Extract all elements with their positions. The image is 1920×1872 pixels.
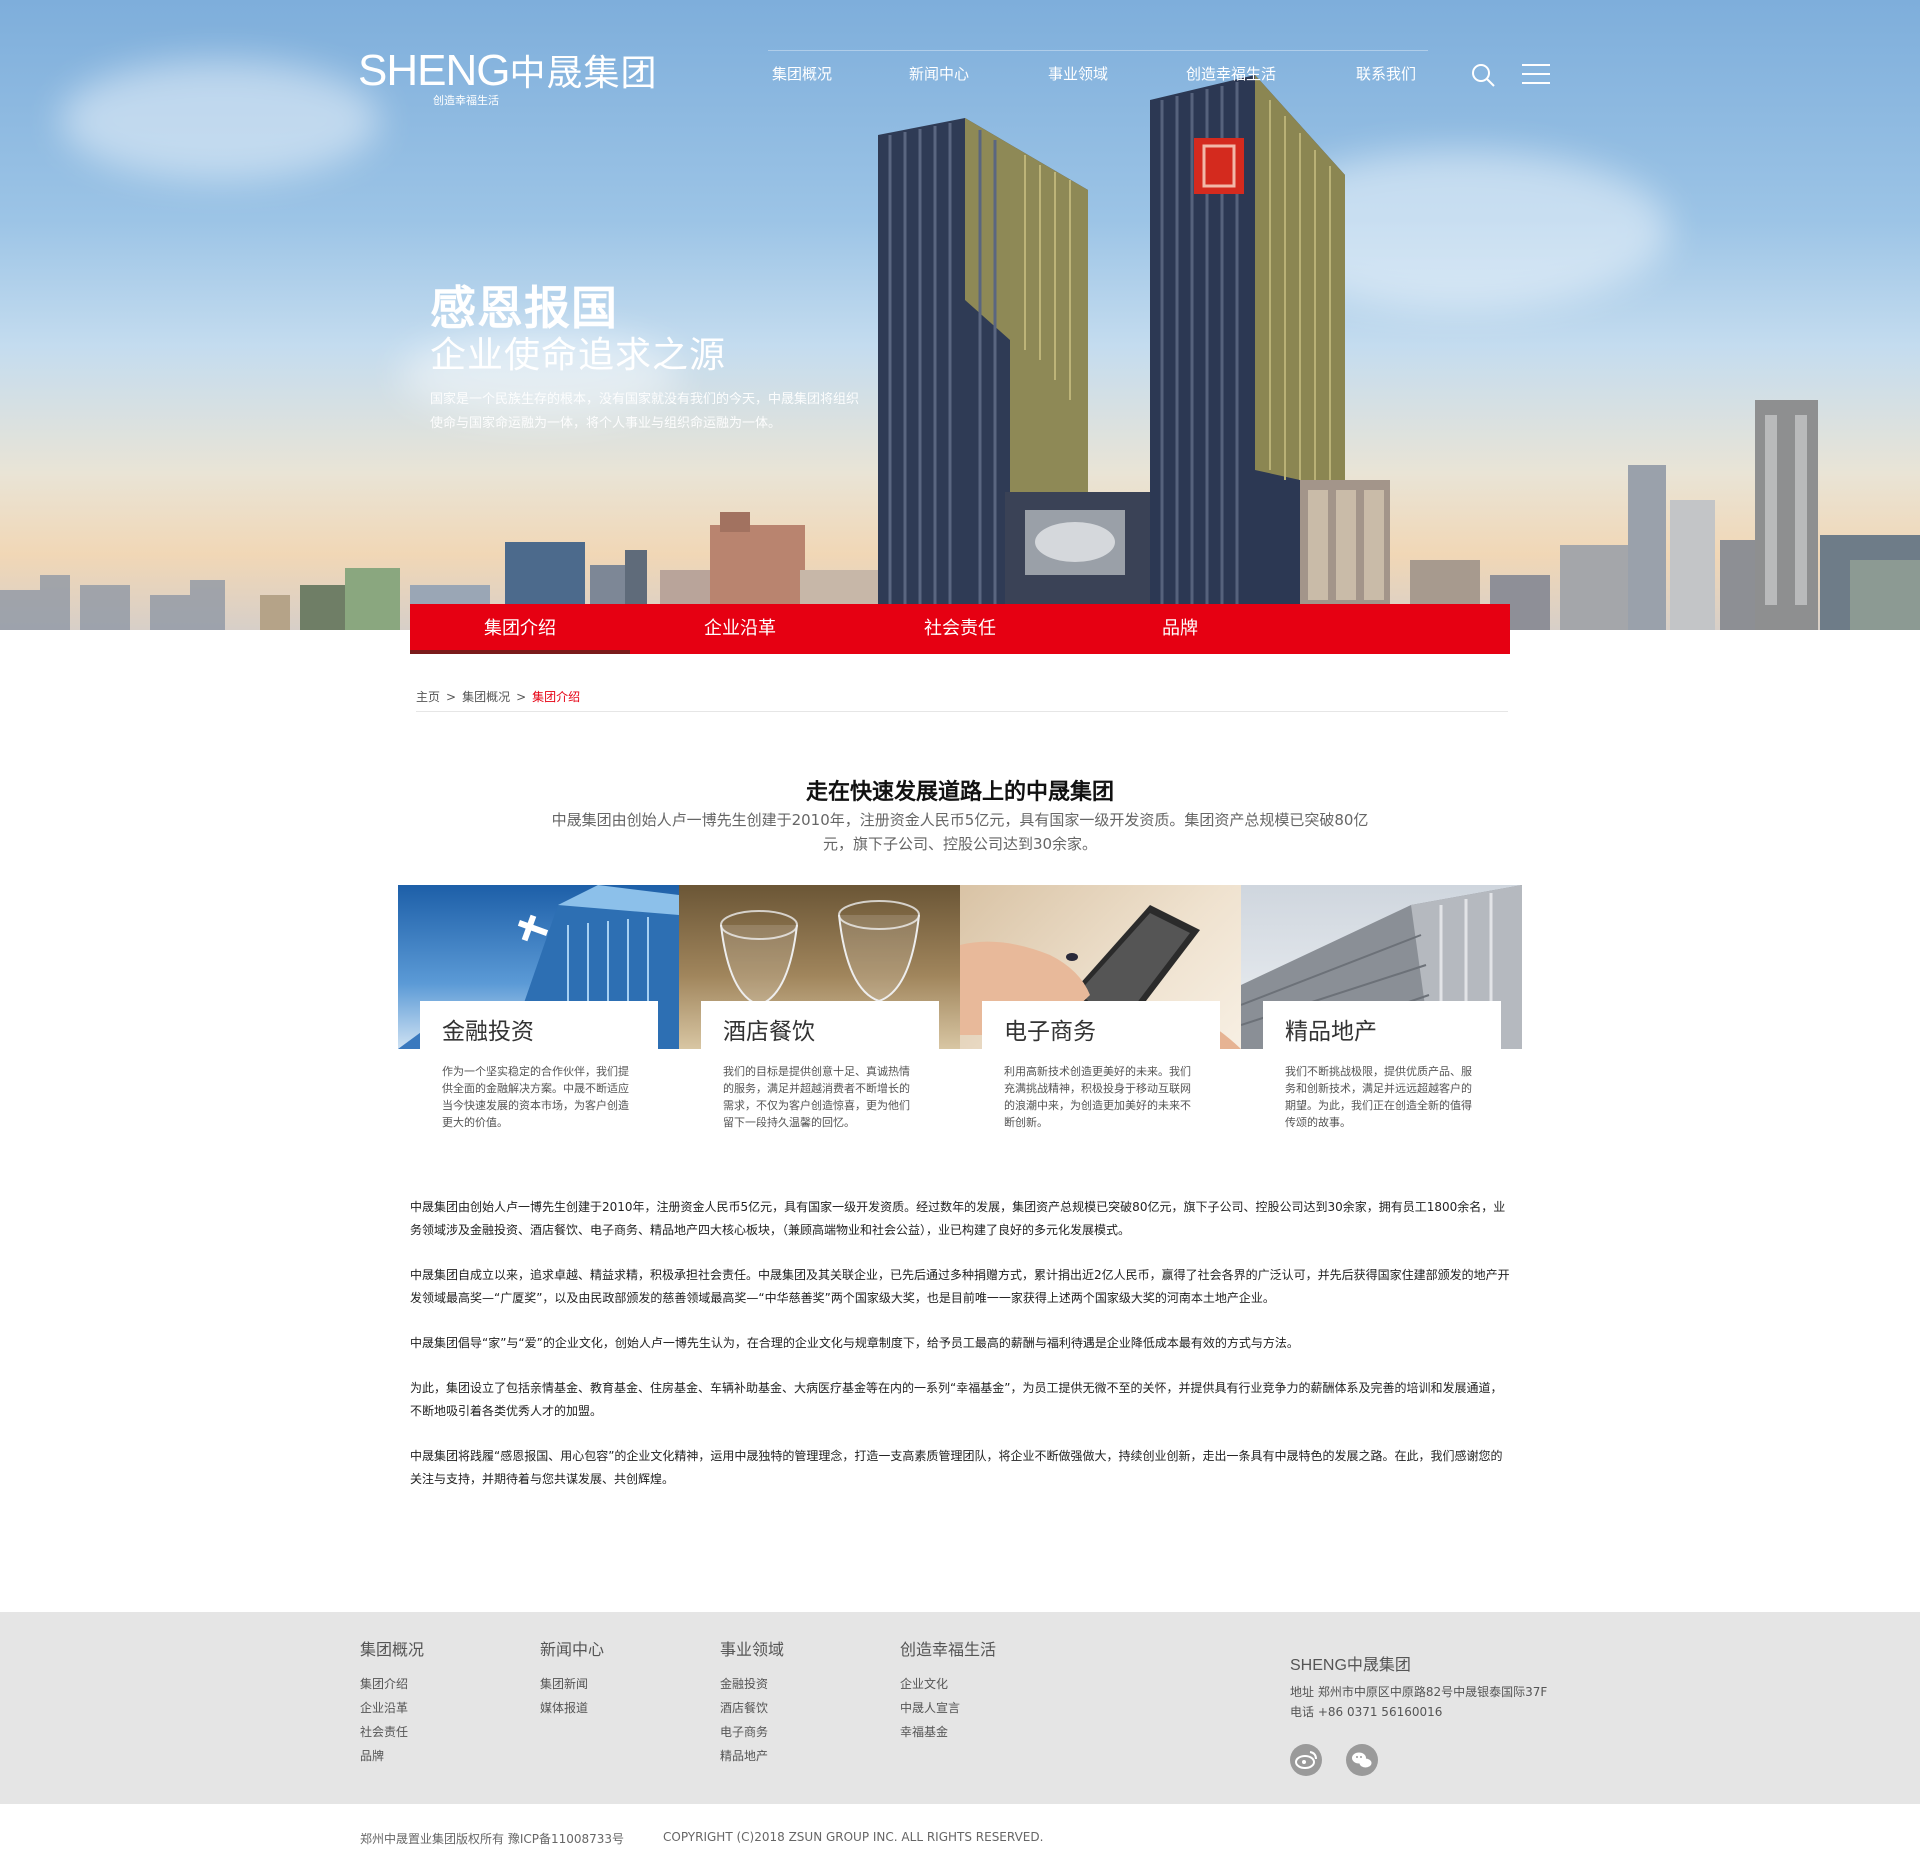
card-body: 电子商务 利用高新技术创造更美好的未来。我们充满挑战精神，积极投身于移动互联网的…: [982, 1001, 1220, 1145]
tab-brand[interactable]: 品牌: [1070, 604, 1290, 654]
footer-link[interactable]: 品牌: [360, 1744, 424, 1768]
article-paragraph: 中晟集团倡导“家”与“爱”的企业文化，创始人卢一博先生认为，在合理的企业文化与规…: [410, 1336, 1299, 1350]
card-description: 我们的目标是提供创意十足、真诚热情的服务，满足并超越消费者不断增长的需求，不仅为…: [723, 1065, 910, 1129]
footer-link[interactable]: 精品地产: [720, 1744, 784, 1768]
hero-description: 国家是一个民族生存的根本，没有国家就没有我们的今天，中晟集团将组织使命与国家命运…: [430, 392, 860, 431]
footer-link[interactable]: 幸福基金: [900, 1720, 996, 1744]
logo-cn: 中晟集团: [509, 53, 658, 94]
footer-column-business: 事业领域 金融投资 酒店餐饮 电子商务 精品地产: [720, 1636, 784, 1768]
article-paragraph: 中晟集团由创始人卢一博先生创建于2010年，注册资金人民币5亿元，具有国家一级开…: [410, 1200, 1506, 1237]
card-description: 我们不断挑战极限，提供优质产品、服务和创新技术，满足并远远超越客户的期望。为此，…: [1285, 1065, 1472, 1129]
breadcrumb-home[interactable]: 主页: [416, 690, 440, 704]
breadcrumb-current: 集团介绍: [532, 690, 581, 704]
footer-link[interactable]: 金融投资: [720, 1672, 784, 1696]
wechat-icon[interactable]: [1346, 1744, 1378, 1776]
footer-link[interactable]: 集团新闻: [540, 1672, 604, 1696]
footer-link[interactable]: 社会责任: [360, 1720, 424, 1744]
footer-column-happy-life: 创造幸福生活 企业文化 中晟人宣言 幸福基金: [900, 1636, 996, 1744]
section-subtitle: 中晟集团由创始人卢一博先生创建于2010年，注册资金人民币5亿元，具有国家一级开…: [551, 811, 1369, 853]
breadcrumb-overview[interactable]: 集团概况: [462, 690, 510, 704]
nav-item-overview[interactable]: 集团概况: [772, 63, 832, 84]
copyright-left: 郑州中晟置业集团版权所有 豫ICP备11008733号: [360, 1832, 625, 1846]
footer-column-title[interactable]: 集团概况: [360, 1636, 424, 1660]
card-body: 精品地产 我们不断挑战极限，提供优质产品、服务和创新技术，满足并远远超越客户的期…: [1263, 1001, 1501, 1145]
breadcrumb-separator: >: [516, 690, 527, 704]
footer: 集团概况 集团介绍 企业沿革 社会责任 品牌 新闻中心 集团新闻 媒体报道 事业…: [0, 1612, 1920, 1804]
card-body: 酒店餐饮 我们的目标是提供创意十足、真诚热情的服务，满足并超越消费者不断增长的需…: [701, 1001, 939, 1145]
card-hotel[interactable]: 酒店餐饮 我们的目标是提供创意十足、真诚热情的服务，满足并超越消费者不断增长的需…: [679, 885, 960, 1145]
card-title: 酒店餐饮: [723, 1019, 815, 1045]
hero-subtitle: 企业使命追求之源: [430, 335, 727, 376]
article-paragraph: 中晟集团自成立以来，追求卓越、精益求精，积极承担社会责任。中晟集团及其关联企业，…: [410, 1268, 1510, 1305]
footer-phone: 电话 +86 0371 56160016: [1290, 1705, 1443, 1719]
footer-column-title[interactable]: 事业领域: [720, 1636, 784, 1660]
main-nav: 集团概况 新闻中心 事业领域 创造幸福生活 联系我们: [768, 50, 1428, 92]
footer-link[interactable]: 酒店餐饮: [720, 1696, 784, 1720]
card-real-estate[interactable]: 精品地产 我们不断挑战极限，提供优质产品、服务和创新技术，满足并远远超越客户的期…: [1241, 885, 1522, 1145]
card-finance[interactable]: 金融投资 作为一个坚实稳定的合作伙伴，我们提供全面的金融解决方案。中晟不断适应当…: [398, 885, 679, 1145]
hero-text-block: 感恩报国 企业使命追求之源 国家是一个民族生存的根本，没有国家就没有我们的今天，…: [430, 282, 870, 436]
breadcrumb-separator: >: [446, 690, 457, 704]
card-description: 利用高新技术创造更美好的未来。我们充满挑战精神，积极投身于移动互联网的浪潮中来，…: [1004, 1065, 1191, 1129]
search-icon[interactable]: [1470, 62, 1496, 88]
footer-link[interactable]: 中晟人宣言: [900, 1696, 996, 1720]
business-cards: 金融投资 作为一个坚实稳定的合作伙伴，我们提供全面的金融解决方案。中晟不断适应当…: [398, 885, 1522, 1145]
tab-history[interactable]: 企业沿革: [630, 604, 850, 654]
card-title: 精品地产: [1285, 1019, 1377, 1045]
weibo-icon[interactable]: [1290, 1744, 1322, 1776]
sheng-logo[interactable]: SHENG中晟集团 创造幸福生活: [358, 48, 658, 108]
footer-link[interactable]: 企业文化: [900, 1672, 996, 1696]
section-title: 走在快速发展道路上的中晟集团: [805, 780, 1114, 805]
footer-column-news: 新闻中心 集团新闻 媒体报道: [540, 1636, 604, 1720]
copyright-bar: 郑州中晟置业集团版权所有 豫ICP备11008733号 COPYRIGHT (C…: [0, 1804, 1920, 1872]
tab-group-intro[interactable]: 集团介绍: [410, 604, 630, 654]
hero-banner: SHENG中晟集团 创造幸福生活 集团概况 新闻中心 事业领域 创造幸福生活 联…: [0, 0, 1920, 630]
article-body: 中晟集团由创始人卢一博先生创建于2010年，注册资金人民币5亿元，具有国家一级开…: [410, 1196, 1510, 1513]
footer-column-overview: 集团概况 集团介绍 企业沿革 社会责任 品牌: [360, 1636, 424, 1768]
article-paragraph: 中晟集团将践履“感恩报国、用心包容”的企业文化精神，运用中晟独特的管理理念，打造…: [410, 1449, 1503, 1486]
logo-slogan: 创造幸福生活: [433, 94, 499, 107]
footer-link[interactable]: 电子商务: [720, 1720, 784, 1744]
nav-item-news[interactable]: 新闻中心: [909, 63, 969, 84]
footer-contact: SHENG中晟集团 地址 郑州市中原区中原路82号中晟银泰国际37F 电话 +8…: [1290, 1656, 1547, 1722]
footer-address: 地址 郑州市中原区中原路82号中晟银泰国际37F: [1290, 1685, 1548, 1699]
menu-icon[interactable]: [1522, 62, 1550, 86]
breadcrumb: 主页 > 集团概况 > 集团介绍: [416, 688, 1508, 712]
nav-item-happy-life[interactable]: 创造幸福生活: [1186, 63, 1276, 84]
card-body: 金融投资 作为一个坚实稳定的合作伙伴，我们提供全面的金融解决方案。中晟不断适应当…: [420, 1001, 658, 1145]
footer-column-title[interactable]: 创造幸福生活: [900, 1636, 996, 1660]
sub-nav: 集团介绍 企业沿革 社会责任 品牌: [410, 604, 1510, 654]
logo-text: SHENG: [358, 46, 510, 95]
footer-logo: SHENG中晟集团: [1290, 1657, 1411, 1674]
tab-social-responsibility[interactable]: 社会责任: [850, 604, 1070, 654]
top-header: SHENG中晟集团 创造幸福生活 集团概况 新闻中心 事业领域 创造幸福生活 联…: [0, 0, 1920, 110]
footer-link[interactable]: 集团介绍: [360, 1672, 424, 1696]
footer-column-title[interactable]: 新闻中心: [540, 1636, 604, 1660]
nav-item-business[interactable]: 事业领域: [1048, 63, 1108, 84]
hero-title: 感恩报国: [430, 281, 618, 335]
card-description: 作为一个坚实稳定的合作伙伴，我们提供全面的金融解决方案。中晟不断适应当今快速发展…: [442, 1065, 629, 1129]
copyright-right: COPYRIGHT (C)2018 ZSUN GROUP INC. ALL RI…: [663, 1830, 1044, 1844]
logo-wordmark: SHENG中晟集团: [358, 48, 658, 97]
footer-link[interactable]: 媒体报道: [540, 1696, 604, 1720]
footer-link[interactable]: 企业沿革: [360, 1696, 424, 1720]
card-title: 金融投资: [442, 1019, 534, 1045]
article-paragraph: 为此，集团设立了包括亲情基金、教育基金、住房基金、车辆补助基金、大病医疗基金等在…: [410, 1381, 1503, 1418]
nav-item-contact[interactable]: 联系我们: [1356, 63, 1416, 84]
card-ecommerce[interactable]: 电子商务 利用高新技术创造更美好的未来。我们充满挑战精神，积极投身于移动互联网的…: [960, 885, 1241, 1145]
card-title: 电子商务: [1004, 1019, 1096, 1045]
